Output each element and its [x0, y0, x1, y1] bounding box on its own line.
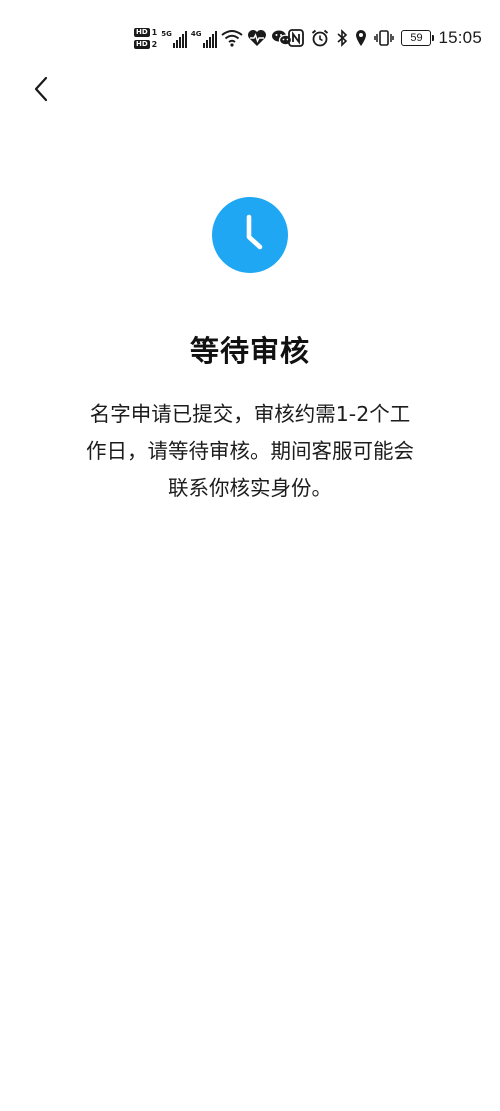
clock-icon — [212, 195, 288, 275]
battery-icon: 59 — [401, 30, 435, 46]
description-line: 名字申请已提交，审核约需1-2个工 — [89, 402, 411, 426]
hd-label: HD — [134, 27, 150, 37]
sim-index: 1 — [151, 27, 158, 37]
wifi-icon — [220, 29, 243, 47]
signal-bars-icon — [172, 30, 187, 48]
location-icon — [355, 29, 367, 47]
heart-health-icon — [247, 29, 267, 47]
network-type-label: 4G — [190, 30, 202, 38]
page-title: 等待审核 — [189, 334, 310, 368]
nfc-icon — [288, 29, 305, 47]
alarm-icon — [311, 29, 329, 47]
review-description: 名字申请已提交，审核约需1-2个工 作日，请等待审核。期间客服可能会 联系你核实… — [52, 396, 448, 507]
signal-5g: 5G — [161, 28, 187, 48]
signal-4g: 4G — [191, 28, 217, 48]
chevron-left-icon — [32, 76, 50, 106]
sim2-badge: HD 2 — [134, 39, 158, 49]
description-line: 作日，请等待审核。期间客服可能会 — [86, 439, 414, 463]
status-bar-right: 59 15:05 — [288, 26, 482, 50]
sim-indicators: HD 1 HD 2 — [134, 27, 158, 49]
status-bar: HD 1 HD 2 5G 4G 59 15:05 — [0, 0, 500, 72]
sim-index: 2 — [151, 39, 158, 49]
signal-bars-icon — [202, 30, 217, 48]
status-bar-left: HD 1 HD 2 5G 4G — [134, 22, 293, 54]
description-line: 联系你核实身份。 — [168, 476, 332, 500]
network-type-label: 5G — [161, 30, 172, 38]
clock-time: 15:05 — [438, 28, 482, 47]
back-button[interactable] — [24, 74, 58, 108]
screen: HD 1 HD 2 5G 4G 59 15:05 等待审核 名字申请已提交，审核… — [0, 0, 500, 1111]
battery-level: 59 — [410, 32, 423, 44]
pending-status-badge — [212, 197, 288, 273]
sim1-badge: HD 1 — [134, 27, 158, 37]
hd-label: HD — [134, 39, 150, 49]
bluetooth-icon — [336, 29, 348, 47]
vibrate-icon — [374, 29, 395, 47]
